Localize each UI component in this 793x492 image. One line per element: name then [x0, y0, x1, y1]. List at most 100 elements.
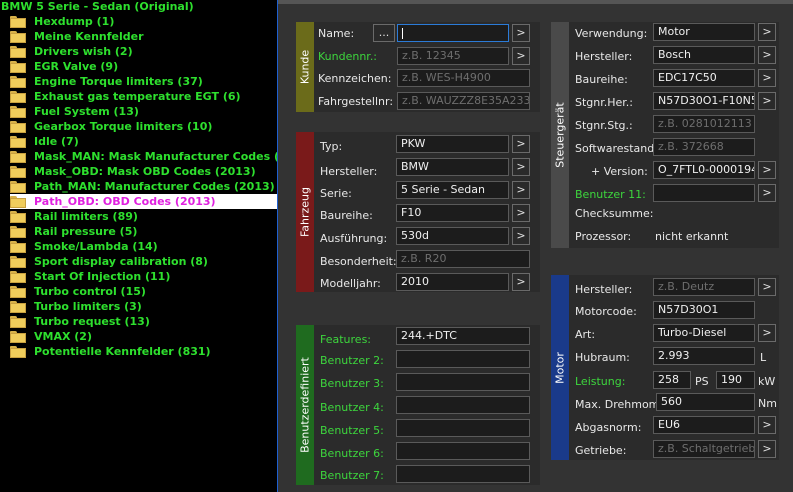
fz-baureihe-field[interactable]: F10 — [396, 204, 509, 222]
tree-item[interactable]: Rail limiters (89) — [10, 209, 278, 224]
benutzer4-field[interactable] — [396, 396, 530, 414]
tree-item[interactable]: Potentielle Kennfelder (831) — [10, 344, 278, 359]
checksumme-label: Checksumme: — [575, 207, 654, 220]
benutzer6-label: Benutzer 6: — [320, 447, 384, 460]
typ-field[interactable]: PKW — [396, 135, 509, 153]
kundennr-field[interactable]: z.B. 12345 — [397, 47, 509, 65]
tree-item-label: Smoke/Lambda (14) — [34, 240, 158, 253]
benutzer11-field[interactable] — [653, 184, 755, 202]
tree-item-label: Mask_MAN: Mask Manufacturer Codes (2013) — [34, 150, 278, 163]
sg-hersteller-arrow-button[interactable]: > — [758, 46, 776, 64]
fz-hersteller-field[interactable]: BMW — [396, 158, 509, 176]
folder-icon — [10, 196, 26, 208]
tree-root-label[interactable]: BMW 5 Serie - Sedan (Original) — [1, 0, 194, 14]
tree-item[interactable]: Path_MAN: Manufacturer Codes (2013) — [10, 179, 278, 194]
softwarestand-label: Softwarestand: — [575, 142, 658, 155]
tree-item[interactable]: Turbo control (15) — [10, 284, 278, 299]
sg-baureihe-arrow-button[interactable]: > — [758, 69, 776, 87]
softwarestand-field[interactable]: z.B. 372668 — [653, 138, 755, 156]
kundennr-label: Kundennr.: — [318, 50, 378, 63]
tree-item[interactable]: EGR Valve (9) — [10, 59, 278, 74]
benutzer6-field[interactable] — [396, 442, 530, 460]
leistung-ps-field[interactable]: 258 — [653, 371, 691, 389]
verwendung-field[interactable]: Motor — [653, 23, 755, 41]
name-field[interactable] — [397, 24, 509, 42]
sg-baureihe-field[interactable]: EDC17C50 — [653, 69, 755, 87]
serie-field[interactable]: 5 Serie - Sedan — [396, 181, 509, 199]
fz-hersteller-arrow-button[interactable]: > — [512, 158, 530, 176]
tree-item[interactable]: Idle (7) — [10, 134, 278, 149]
folder-icon — [10, 301, 26, 313]
hubraum-field[interactable]: 2.993 — [653, 347, 755, 365]
abgasnorm-arrow-button[interactable]: > — [758, 416, 776, 434]
tree-item[interactable]: Rail pressure (5) — [10, 224, 278, 239]
folder-icon — [10, 226, 26, 238]
name-arrow-button[interactable]: > — [512, 24, 530, 42]
hubraum-label: Hubraum: — [575, 351, 630, 364]
abgasnorm-field[interactable]: EU6 — [653, 416, 755, 434]
stgnr-her-arrow-button[interactable]: > — [758, 92, 776, 110]
tree-item[interactable]: Gearbox Torque limiters (10) — [10, 119, 278, 134]
drehmom-field[interactable]: 560 — [656, 393, 755, 411]
name-more-button[interactable]: ... — [373, 24, 395, 42]
tree-item-label: Mask_OBD: Mask OBD Codes (2013) — [34, 165, 256, 178]
tree-item[interactable]: Turbo request (13) — [10, 314, 278, 329]
version-arrow-button[interactable]: > — [758, 161, 776, 179]
modelljahr-label: Modelljahr: — [320, 277, 381, 290]
tree-item-label: Exhaust gas temperature EGT (6) — [34, 90, 241, 103]
tree-item[interactable]: Hexdump (1) — [10, 14, 278, 29]
tree-item[interactable]: Mask_MAN: Mask Manufacturer Codes (2013) — [10, 149, 278, 164]
fahrzeug-group-title: Fahrzeug — [298, 186, 312, 238]
benutzer2-field[interactable] — [396, 350, 530, 368]
typ-arrow-button[interactable]: > — [512, 135, 530, 153]
modelljahr-arrow-button[interactable]: > — [512, 273, 530, 291]
tree-item[interactable]: VMAX (2) — [10, 329, 278, 344]
mt-hersteller-label: Hersteller: — [575, 283, 633, 296]
getriebe-arrow-button[interactable]: > — [758, 440, 776, 458]
benutzer11-arrow-button[interactable]: > — [758, 184, 776, 202]
drehmom-label: Max. Drehmom.: — [575, 398, 667, 411]
leistung-kw-field[interactable]: 190 — [716, 371, 755, 389]
mt-hersteller-field[interactable]: z.B. Deutz — [653, 278, 755, 296]
getriebe-field[interactable]: z.B. Schaltgetriebe — [653, 440, 755, 458]
version-field[interactable]: O_7FTL0-00001949 — [653, 161, 755, 179]
tree-item[interactable]: Fuel System (13) — [10, 104, 278, 119]
sg-hersteller-field[interactable]: Bosch — [653, 46, 755, 64]
tree-item[interactable]: Start Of Injection (11) — [10, 269, 278, 284]
benutzer3-field[interactable] — [396, 373, 530, 391]
art-arrow-button[interactable]: > — [758, 324, 776, 342]
tree-item-label: Hexdump (1) — [34, 15, 115, 28]
ausfuehrung-field[interactable]: 530d — [396, 227, 509, 245]
kundennr-arrow-button[interactable]: > — [512, 47, 530, 65]
besonderheit-field[interactable]: z.B. R20 — [396, 250, 530, 268]
ausfuehrung-arrow-button[interactable]: > — [512, 227, 530, 245]
tree-item[interactable]: Drivers wish (2) — [10, 44, 278, 59]
tree-item[interactable]: Exhaust gas temperature EGT (6) — [10, 89, 278, 104]
mt-hersteller-arrow-button[interactable]: > — [758, 278, 776, 296]
tree-item[interactable]: Meine Kennfelder — [10, 29, 278, 44]
fz-baureihe-arrow-button[interactable]: > — [512, 204, 530, 222]
benutzer5-field[interactable] — [396, 419, 530, 437]
getriebe-label: Getriebe: — [575, 444, 627, 457]
art-field[interactable]: Turbo-Diesel — [653, 324, 755, 342]
verwendung-arrow-button[interactable]: > — [758, 23, 776, 41]
serie-arrow-button[interactable]: > — [512, 181, 530, 199]
motorcode-field[interactable]: N57D30O1 — [653, 301, 755, 319]
benutzer7-field[interactable] — [396, 465, 530, 483]
stgnr-her-field[interactable]: N57D30O1-F10N570 — [653, 92, 755, 110]
tree-item[interactable]: Sport display calibration (8) — [10, 254, 278, 269]
features-field[interactable]: 244.+DTC — [396, 327, 530, 345]
tree-item[interactable]: Engine Torque limiters (37) — [10, 74, 278, 89]
folder-icon — [10, 271, 26, 283]
tree-item-selected[interactable]: Path_OBD: OBD Codes (2013) — [10, 194, 278, 209]
tree-item-label: Rail pressure (5) — [34, 225, 138, 238]
besonderheit-label: Besonderheit: — [320, 255, 397, 268]
tree-item[interactable]: Turbo limiters (3) — [10, 299, 278, 314]
stgnr-stg-field[interactable]: z.B. 0281012113 — [653, 115, 755, 133]
tree-item[interactable]: Mask_OBD: Mask OBD Codes (2013) — [10, 164, 278, 179]
tree-item[interactable]: Smoke/Lambda (14) — [10, 239, 278, 254]
kennzeichen-field[interactable]: z.B. WES-H4900 — [397, 69, 530, 87]
fahrgestell-field[interactable]: z.B. WAUZZZ8E35A233 — [397, 92, 530, 110]
modelljahr-field[interactable]: 2010 — [396, 273, 509, 291]
folder-icon — [10, 106, 26, 118]
